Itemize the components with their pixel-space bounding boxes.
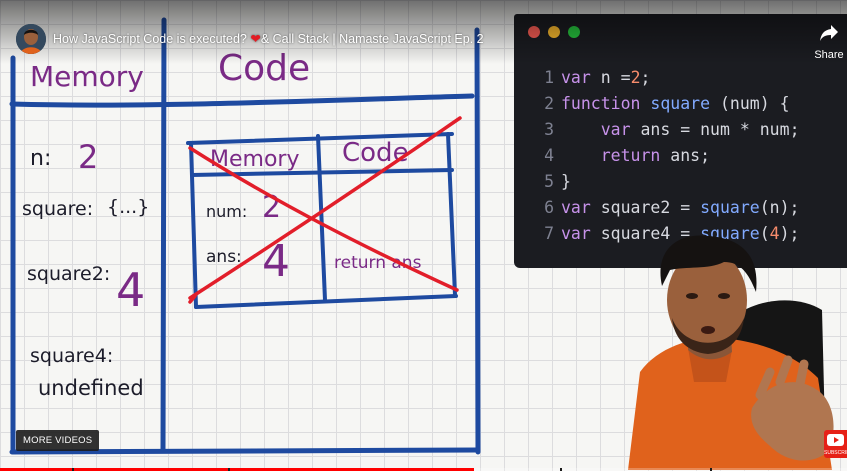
share-label: Share <box>814 49 844 61</box>
channel-avatar[interactable] <box>16 24 46 54</box>
player-bottom-strip <box>0 471 847 476</box>
video-player[interactable]: Memory Code n: 2 square: {...} square2: … <box>0 0 847 476</box>
video-title[interactable]: How JavaScript Code is executed? ❤& Call… <box>53 31 484 46</box>
share-arrow-icon <box>820 25 838 41</box>
more-videos-button[interactable]: MORE VIDEOS <box>16 430 100 451</box>
subscribe-watermark[interactable]: SUBSCRIBE <box>824 430 847 458</box>
channel-avatar-image <box>16 24 46 54</box>
youtube-play-icon <box>827 434 844 446</box>
subscribe-label: SUBSCRIBE <box>824 450 847 456</box>
presenter <box>628 235 834 470</box>
heart-icon: ❤ <box>250 32 261 46</box>
video-title-rest: & Call Stack | Namaste JavaScript Ep. 2 <box>260 32 484 46</box>
video-title-text: How JavaScript Code is executed? <box>53 32 251 46</box>
share-button[interactable]: Share <box>810 24 847 64</box>
